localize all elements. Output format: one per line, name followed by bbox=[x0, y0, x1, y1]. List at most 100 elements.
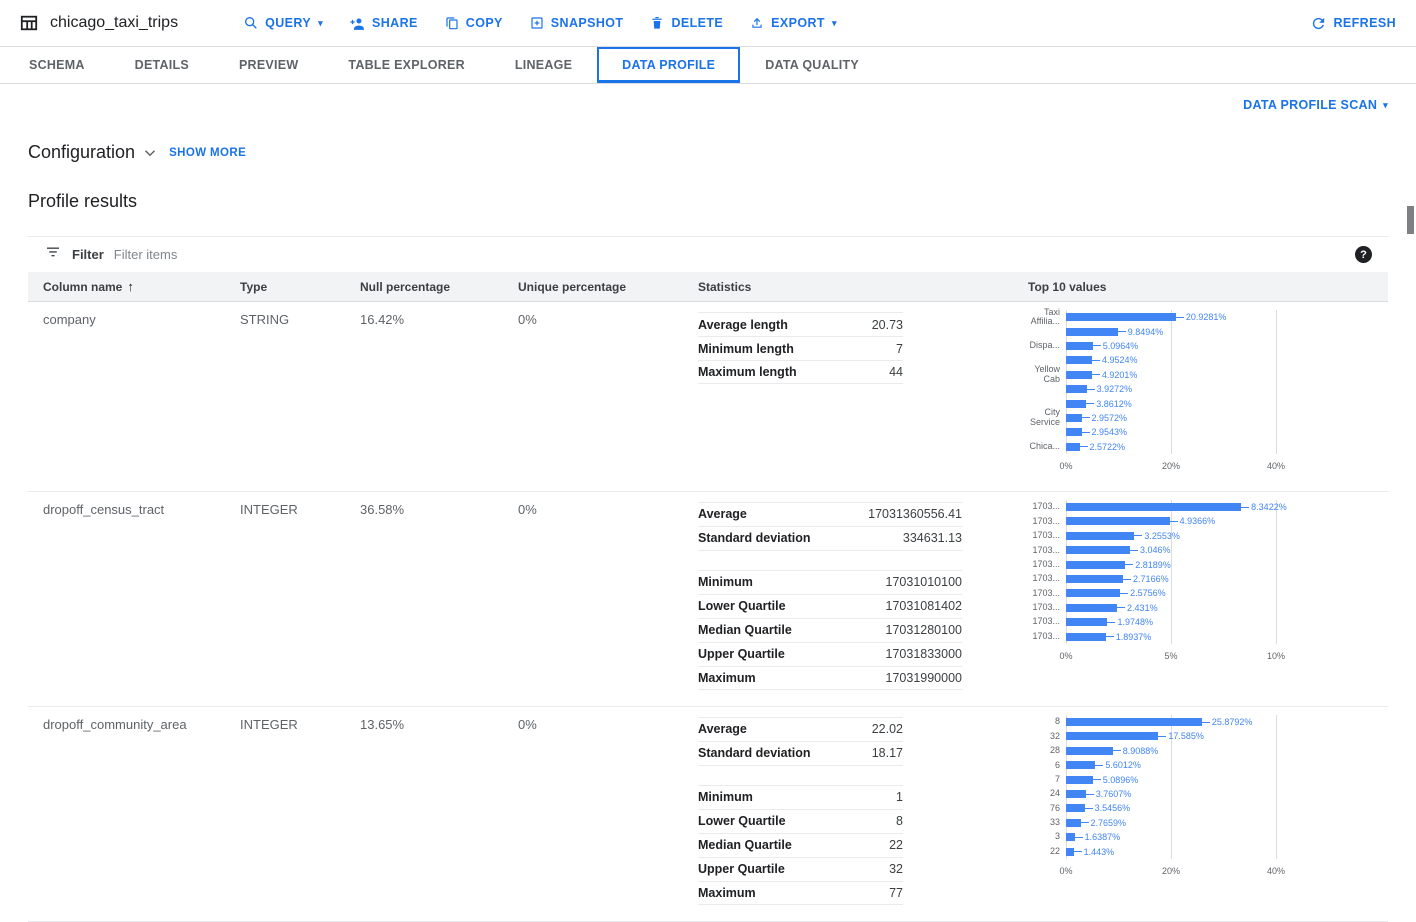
show-more-button[interactable]: SHOW MORE bbox=[169, 147, 246, 159]
value-bar bbox=[1066, 400, 1086, 408]
refresh-icon bbox=[1310, 15, 1327, 32]
bar-value-label: 1.6387% bbox=[1075, 832, 1121, 842]
value-bar bbox=[1066, 819, 1081, 827]
bar-category-label: 1703... bbox=[1028, 617, 1060, 627]
bar-value-label: 8.9088% bbox=[1113, 746, 1159, 756]
stat-row: Median Quartile22 bbox=[698, 833, 903, 857]
value-bar bbox=[1066, 532, 1134, 540]
bar-category-label: 1703... bbox=[1028, 546, 1060, 556]
column-header-null-percentage[interactable]: Null percentage bbox=[345, 280, 503, 294]
column-name-cell: dropoff_community_area bbox=[28, 709, 225, 905]
bar-value-label: 5.0964% bbox=[1093, 341, 1139, 351]
delete-button[interactable]: DELETE bbox=[636, 7, 736, 39]
stat-row: Median Quartile17031280100 bbox=[698, 618, 962, 642]
null-percentage-cell: 13.65% bbox=[345, 709, 503, 905]
value-bar bbox=[1066, 804, 1085, 812]
vertical-scrollbar[interactable] bbox=[1407, 206, 1414, 234]
help-icon[interactable]: ? bbox=[1355, 246, 1372, 263]
bar-category-label: 1703... bbox=[1028, 574, 1060, 584]
stat-row: Standard deviation18.17 bbox=[698, 741, 903, 765]
filter-input[interactable] bbox=[114, 247, 1345, 262]
column-name-cell: company bbox=[28, 304, 225, 475]
snapshot-button[interactable]: SNAPSHOT bbox=[516, 7, 637, 39]
tab-data-quality[interactable]: DATA QUALITY bbox=[740, 47, 884, 83]
stat-label: Standard deviation bbox=[698, 531, 811, 545]
column-header-column-name[interactable]: Column name↑ bbox=[28, 279, 225, 294]
unique-percentage-cell: 0% bbox=[503, 709, 683, 905]
bar-value-label: 2.7166% bbox=[1123, 574, 1169, 584]
stat-label: Maximum bbox=[698, 671, 756, 685]
type-cell: STRING bbox=[225, 304, 345, 475]
value-bar bbox=[1066, 328, 1118, 336]
value-bar bbox=[1066, 371, 1092, 379]
tab-data-profile[interactable]: DATA PROFILE bbox=[597, 47, 740, 83]
value-bar bbox=[1066, 618, 1107, 626]
stat-value: 7 bbox=[896, 342, 903, 356]
copy-button[interactable]: COPY bbox=[431, 7, 516, 39]
value-bar bbox=[1066, 561, 1125, 569]
axis-tick-label: 40% bbox=[1267, 866, 1285, 876]
value-bar bbox=[1066, 443, 1080, 451]
stat-value: 17031360556.41 bbox=[868, 507, 962, 521]
stat-label: Upper Quartile bbox=[698, 862, 785, 876]
value-bar bbox=[1066, 732, 1158, 740]
tab-table-explorer[interactable]: TABLE EXPLORER bbox=[323, 47, 489, 83]
share-button[interactable]: SHARE bbox=[336, 7, 431, 40]
refresh-button[interactable]: REFRESH bbox=[1297, 7, 1396, 40]
query-button[interactable]: QUERY▾ bbox=[230, 7, 336, 39]
value-bar bbox=[1066, 747, 1113, 755]
export-button[interactable]: EXPORT▾ bbox=[736, 7, 850, 39]
snapshot-icon bbox=[529, 15, 545, 31]
value-bar bbox=[1066, 633, 1106, 641]
stat-label: Minimum bbox=[698, 790, 753, 804]
stat-label: Average length bbox=[698, 318, 788, 332]
stat-label: Average bbox=[698, 722, 747, 736]
tab-schema[interactable]: SCHEMA bbox=[4, 47, 110, 83]
tab-preview[interactable]: PREVIEW bbox=[214, 47, 323, 83]
value-bar bbox=[1066, 833, 1075, 841]
stat-label: Standard deviation bbox=[698, 746, 811, 760]
bar-value-label: 5.0896% bbox=[1093, 775, 1139, 785]
bar-value-label: 2.5722% bbox=[1080, 442, 1126, 452]
axis-tick-label: 5% bbox=[1164, 651, 1177, 661]
bar-category-label: 1703... bbox=[1028, 560, 1060, 570]
configuration-title: Configuration bbox=[28, 142, 135, 163]
column-header-unique-percentage[interactable]: Unique percentage bbox=[503, 280, 683, 294]
axis-tick-label: 0% bbox=[1059, 866, 1072, 876]
stat-label: Lower Quartile bbox=[698, 814, 786, 828]
data-profile-scan-menu[interactable]: DATA PROFILE SCAN ▾ bbox=[1243, 98, 1388, 112]
caret-down-icon: ▾ bbox=[318, 19, 323, 28]
filter-bar: Filter ? bbox=[28, 236, 1388, 272]
bar-category-label: 3 bbox=[1028, 832, 1060, 842]
bar-category-label: 1703... bbox=[1028, 517, 1060, 527]
caret-down-icon: ▾ bbox=[832, 19, 837, 28]
sort-ascending-icon[interactable]: ↑ bbox=[127, 279, 134, 294]
bar-category-label: 33 bbox=[1028, 818, 1060, 828]
bar-value-label: 8.3422% bbox=[1241, 502, 1287, 512]
tab-lineage[interactable]: LINEAGE bbox=[490, 47, 597, 83]
null-percentage-cell: 36.58% bbox=[345, 494, 503, 690]
bar-category-label: 76 bbox=[1028, 804, 1060, 814]
bar-value-label: 1.443% bbox=[1074, 847, 1115, 857]
chevron-down-icon[interactable] bbox=[141, 144, 159, 162]
column-header-type[interactable]: Type bbox=[225, 280, 345, 294]
value-bar bbox=[1066, 313, 1176, 321]
stats-divider bbox=[698, 765, 903, 785]
stat-label: Median Quartile bbox=[698, 623, 792, 637]
search-icon bbox=[243, 15, 259, 31]
toolbar-actions: QUERY▾SHARECOPYSNAPSHOTDELETEEXPORT▾ bbox=[230, 7, 850, 40]
tab-details[interactable]: DETAILS bbox=[110, 47, 214, 83]
bar-category-label: 1703... bbox=[1028, 531, 1060, 541]
stat-label: Median Quartile bbox=[698, 838, 792, 852]
column-header-statistics[interactable]: Statistics bbox=[683, 280, 1013, 294]
bar-category-label: 1703... bbox=[1028, 603, 1060, 613]
stat-row: Maximum17031990000 bbox=[698, 666, 962, 690]
stat-row: Upper Quartile17031833000 bbox=[698, 642, 962, 666]
column-header-top-10-values[interactable]: Top 10 values bbox=[1013, 280, 1388, 294]
statistics-cell: Average17031360556.41Standard deviation3… bbox=[683, 494, 1013, 690]
bar-value-label: 20.9281% bbox=[1176, 312, 1227, 322]
bar-value-label: 1.9748% bbox=[1107, 617, 1153, 627]
unique-percentage-cell: 0% bbox=[503, 304, 683, 475]
profile-results-table: Filter ? Column name↑TypeNull percentage… bbox=[28, 236, 1388, 922]
bar-value-label: 2.9572% bbox=[1082, 413, 1128, 423]
